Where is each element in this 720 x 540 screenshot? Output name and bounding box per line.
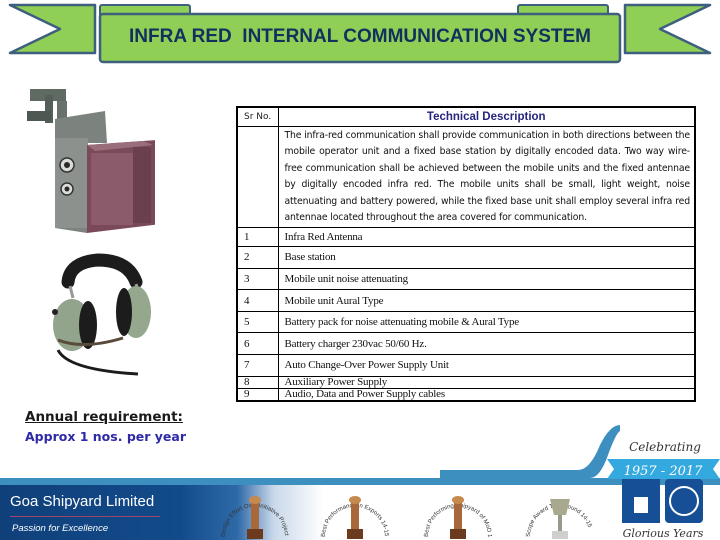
description-sr-cell <box>236 125 279 229</box>
header-sr-no: Sr No. <box>236 106 279 127</box>
header-technical-description: Technical Description <box>277 106 696 127</box>
table-row: 9 Audio, Data and Power Supply cables <box>236 387 696 402</box>
award-cup-icon: Scope Award Turnaround 14-15 <box>526 499 593 539</box>
sr-number: 6 <box>236 332 279 356</box>
footer-swoosh-graphic <box>440 425 620 478</box>
table-row: 6 Battery charger 230vac 50/60 Hz. <box>236 332 696 356</box>
award-trophy-icon: Best Performance in Exports 14-15 <box>321 496 389 539</box>
sr-number: 9 <box>236 387 279 402</box>
technical-description-text: The infra-red communication shall provid… <box>277 125 696 229</box>
award-trophy-icon: Best Performing Shipyard of MoD 15-16 <box>418 487 492 539</box>
company-name: Goa Shipyard Limited <box>10 493 155 510</box>
sr-number: 7 <box>236 354 279 377</box>
item-description: Audio, Data and Power Supply cables <box>277 387 696 402</box>
celebrating-text: Celebrating <box>629 440 701 454</box>
glorious-years-text: Glorious Years <box>623 527 704 540</box>
annual-requirement-value: Approx 1 nos. per year <box>25 429 186 444</box>
sr-number: 3 <box>236 267 279 291</box>
table-row: 5 Battery pack for noise attenuating mob… <box>236 310 696 334</box>
sr-number: 1 <box>236 227 279 248</box>
table-row: 1 Infra Red Antenna <box>236 227 696 248</box>
item-description: Battery charger 230vac 50/60 Hz. <box>277 332 696 356</box>
table-header-row: Sr No. Technical Description <box>236 106 696 127</box>
table-row: 3 Mobile unit noise attenuating <box>236 267 696 291</box>
headset-image <box>28 250 158 380</box>
item-description: Battery pack for noise attenuating mobil… <box>277 310 696 334</box>
sr-number: 4 <box>236 289 279 312</box>
sr-number: 5 <box>236 310 279 334</box>
company-divider <box>10 516 160 517</box>
item-description: Mobile unit noise attenuating <box>277 267 696 291</box>
company-tagline: Passion for Excellence <box>12 523 109 534</box>
title-banner: INFRA RED INTERNAL COMMUNICATION SYSTEM <box>0 0 720 70</box>
annual-requirement: Annual requirement: Approx 1 nos. per ye… <box>25 408 186 446</box>
item-description: Auto Change-Over Power Supply Unit <box>277 354 696 377</box>
celebrating-60-years-logo: Celebrating 1957 - 2017 Glorious Years <box>607 440 720 540</box>
years-range-text: 1957 - 2017 <box>624 464 704 479</box>
item-description: Auxiliary Power Supply <box>277 375 696 389</box>
item-description: Mobile unit Aural Type <box>277 289 696 312</box>
description-row: The infra-red communication shall provid… <box>236 125 696 229</box>
item-description: Infra Red Antenna <box>277 227 696 248</box>
table-row: 7 Auto Change-Over Power Supply Unit <box>236 354 696 377</box>
page-title: INFRA RED INTERNAL COMMUNICATION SYSTEM <box>129 26 591 47</box>
antenna-unit-image <box>25 83 170 233</box>
table-row: 2 Base station <box>236 246 696 269</box>
table-row: 4 Mobile unit Aural Type <box>236 289 696 312</box>
item-description: Base station <box>277 246 696 269</box>
sr-number: 2 <box>236 246 279 269</box>
table-row: 8 Auxiliary Power Supply <box>236 375 696 389</box>
technical-spec-table: Sr No. Technical Description The infra-r… <box>236 106 696 402</box>
award-trophy-icon: Design Effort Own Initiative Project 14-… <box>215 487 289 539</box>
sr-number: 8 <box>236 375 279 389</box>
annual-requirement-label: Annual requirement: <box>25 409 183 425</box>
